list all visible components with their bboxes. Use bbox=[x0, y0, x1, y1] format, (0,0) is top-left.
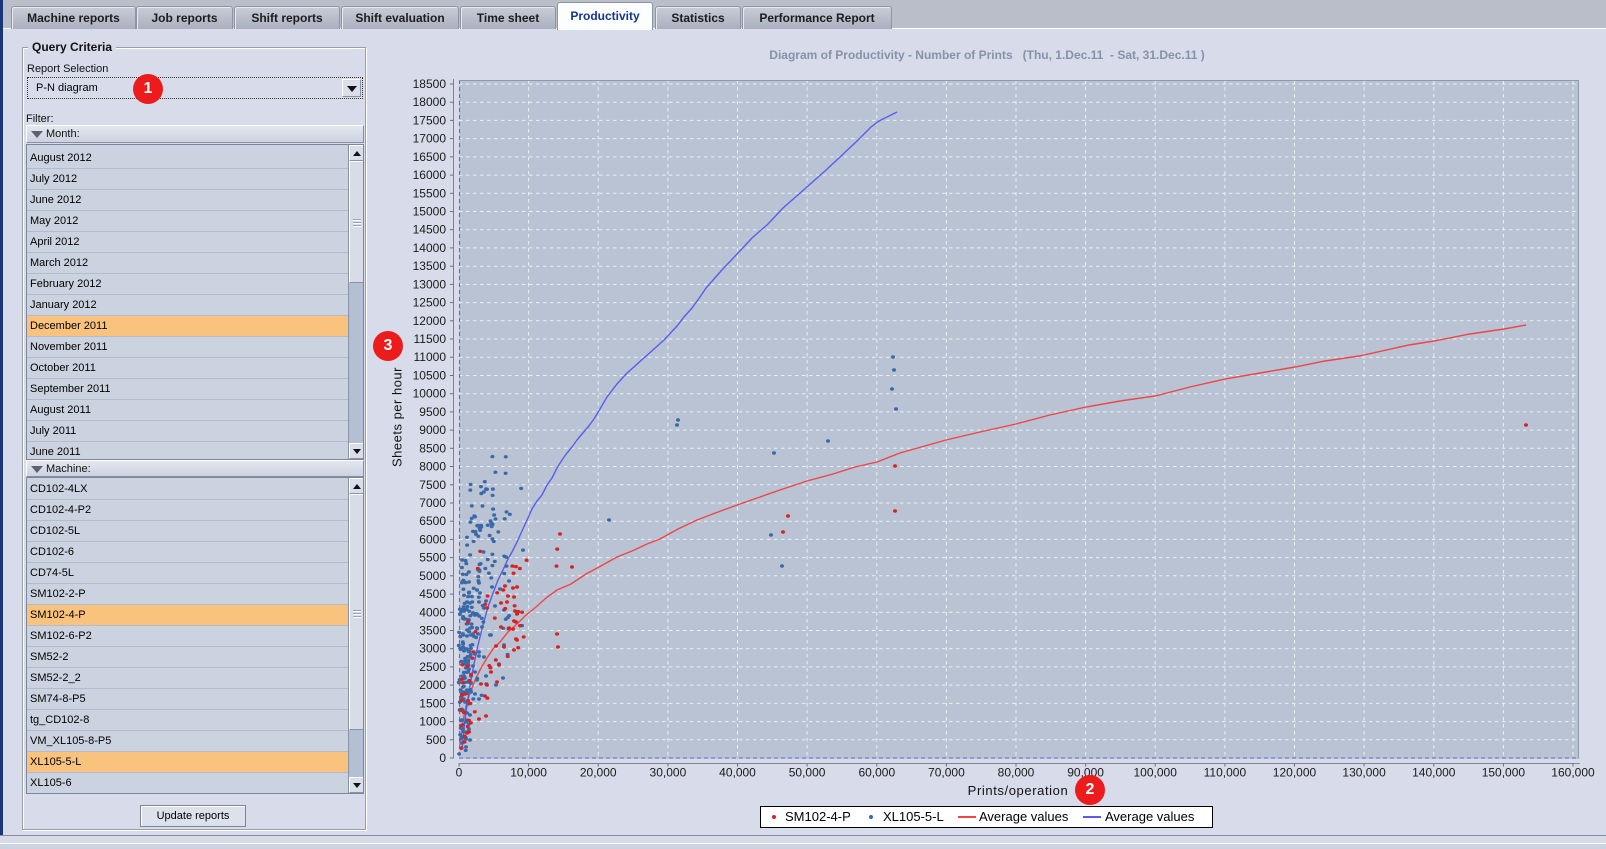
svg-text:120,000: 120,000 bbox=[1273, 766, 1317, 780]
svg-text:11500: 11500 bbox=[414, 332, 447, 346]
svg-text:18500: 18500 bbox=[413, 77, 447, 91]
svg-text:6000: 6000 bbox=[419, 532, 446, 546]
svg-text:130,000: 130,000 bbox=[1342, 766, 1386, 780]
svg-text:4500: 4500 bbox=[419, 587, 446, 601]
svg-text:13000: 13000 bbox=[413, 277, 447, 291]
svg-text:9500: 9500 bbox=[419, 405, 446, 419]
svg-text:16000: 16000 bbox=[413, 168, 447, 182]
svg-text:10,000: 10,000 bbox=[510, 766, 547, 780]
svg-text:11000: 11000 bbox=[414, 350, 447, 364]
svg-text:70,000: 70,000 bbox=[928, 766, 965, 780]
svg-text:12500: 12500 bbox=[413, 296, 447, 310]
svg-text:15500: 15500 bbox=[413, 186, 447, 200]
svg-text:6500: 6500 bbox=[419, 514, 446, 528]
svg-text:40,000: 40,000 bbox=[719, 766, 756, 780]
svg-text:60,000: 60,000 bbox=[858, 766, 895, 780]
svg-text:14500: 14500 bbox=[413, 223, 447, 237]
svg-text:5000: 5000 bbox=[419, 569, 446, 583]
svg-text:500: 500 bbox=[426, 733, 446, 747]
svg-text:14000: 14000 bbox=[413, 241, 447, 255]
svg-text:16500: 16500 bbox=[413, 150, 447, 164]
svg-text:140,000: 140,000 bbox=[1412, 766, 1456, 780]
svg-text:150,000: 150,000 bbox=[1482, 766, 1526, 780]
svg-text:30,000: 30,000 bbox=[650, 766, 687, 780]
svg-text:4000: 4000 bbox=[419, 605, 446, 619]
svg-text:17500: 17500 bbox=[413, 113, 447, 127]
svg-text:5500: 5500 bbox=[419, 551, 446, 565]
svg-text:9000: 9000 bbox=[419, 423, 446, 437]
svg-text:18000: 18000 bbox=[413, 95, 447, 109]
svg-text:13500: 13500 bbox=[413, 259, 447, 273]
svg-text:3500: 3500 bbox=[419, 624, 446, 638]
svg-text:2500: 2500 bbox=[419, 660, 446, 674]
svg-text:1000: 1000 bbox=[419, 715, 446, 729]
svg-text:12000: 12000 bbox=[413, 314, 447, 328]
svg-text:7000: 7000 bbox=[419, 496, 446, 510]
svg-text:110,000: 110,000 bbox=[1204, 766, 1247, 780]
svg-text:10000: 10000 bbox=[413, 387, 447, 401]
svg-text:10500: 10500 bbox=[413, 369, 447, 383]
svg-text:3000: 3000 bbox=[419, 642, 446, 656]
svg-text:17000: 17000 bbox=[413, 132, 447, 146]
svg-text:80,000: 80,000 bbox=[998, 766, 1035, 780]
svg-text:0: 0 bbox=[456, 766, 463, 780]
svg-text:8500: 8500 bbox=[419, 441, 446, 455]
svg-text:100,000: 100,000 bbox=[1134, 766, 1178, 780]
svg-text:8000: 8000 bbox=[419, 460, 446, 474]
svg-text:2000: 2000 bbox=[419, 678, 446, 692]
svg-text:50,000: 50,000 bbox=[789, 766, 826, 780]
svg-text:15000: 15000 bbox=[413, 205, 447, 219]
svg-text:1500: 1500 bbox=[419, 696, 446, 710]
svg-text:20,000: 20,000 bbox=[580, 766, 617, 780]
svg-text:0: 0 bbox=[439, 751, 446, 765]
svg-text:7500: 7500 bbox=[419, 478, 446, 492]
svg-text:160,000: 160,000 bbox=[1551, 766, 1595, 780]
